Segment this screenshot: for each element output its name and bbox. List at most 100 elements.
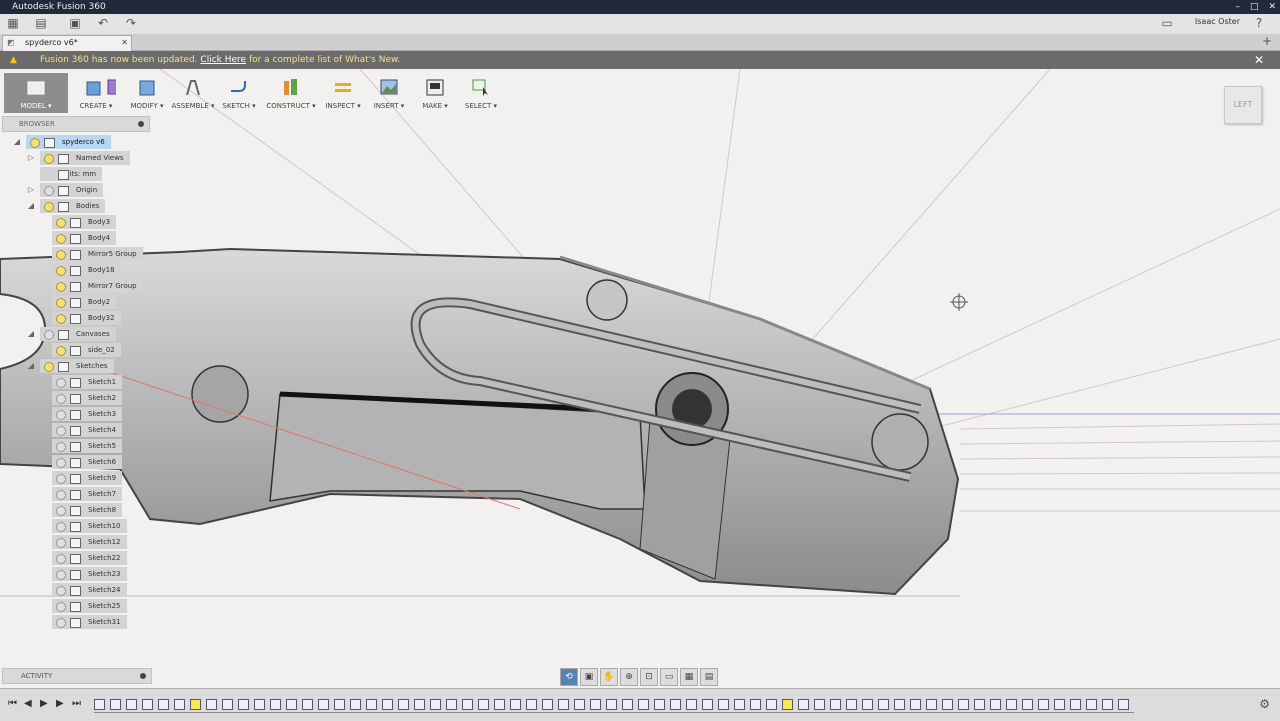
timeline-feature-icon[interactable] bbox=[590, 699, 601, 710]
timeline-feature-icon[interactable] bbox=[1102, 699, 1113, 710]
visibility-bulb-icon[interactable] bbox=[56, 586, 66, 596]
help-icon[interactable]: ? bbox=[1252, 16, 1266, 30]
timeline-feature-icon[interactable] bbox=[558, 699, 569, 710]
expand-toggle-icon[interactable]: ▷ bbox=[26, 183, 36, 197]
viewports-icon[interactable]: ▤ bbox=[700, 668, 718, 686]
modify-menu-button[interactable]: MODIFY ▾ bbox=[124, 73, 170, 113]
timeline-feature-icon[interactable] bbox=[574, 699, 585, 710]
timeline-feature-icon[interactable] bbox=[446, 699, 457, 710]
fit-icon[interactable]: ⊡ bbox=[640, 668, 658, 686]
timeline-feature-icon[interactable] bbox=[478, 699, 489, 710]
timeline-feature-icon[interactable] bbox=[158, 699, 169, 710]
visibility-bulb-icon[interactable] bbox=[56, 490, 66, 500]
timeline-feature-icon[interactable] bbox=[414, 699, 425, 710]
timeline-feature-icon[interactable] bbox=[1118, 699, 1129, 710]
timeline-feature-icon[interactable] bbox=[222, 699, 233, 710]
viewcube[interactable]: LEFT bbox=[1224, 86, 1262, 124]
save-icon[interactable]: ▣ bbox=[68, 16, 82, 30]
maximize-icon[interactable]: □ bbox=[1250, 0, 1259, 14]
timeline-feature-icon[interactable] bbox=[686, 699, 697, 710]
timeline-feature-icon[interactable] bbox=[142, 699, 153, 710]
visibility-bulb-icon[interactable] bbox=[56, 426, 66, 436]
timeline-settings-icon[interactable]: ⚙ bbox=[1259, 697, 1270, 711]
visibility-bulb-icon[interactable] bbox=[30, 138, 40, 148]
orbit-icon[interactable]: ⟲ bbox=[560, 668, 578, 686]
grid-settings-icon[interactable]: ▦ bbox=[680, 668, 698, 686]
timeline-feature-icon[interactable] bbox=[974, 699, 985, 710]
timeline-feature-icon[interactable] bbox=[430, 699, 441, 710]
play-icon[interactable]: ▶ bbox=[40, 698, 48, 709]
timeline-feature-icon[interactable] bbox=[334, 699, 345, 710]
timeline-feature-icon[interactable] bbox=[638, 699, 649, 710]
timeline-feature-icon[interactable] bbox=[782, 699, 793, 710]
visibility-bulb-icon[interactable] bbox=[56, 234, 66, 244]
timeline-feature-icon[interactable] bbox=[366, 699, 377, 710]
close-notice-icon[interactable]: ✕ bbox=[1254, 51, 1264, 69]
timeline-feature-icon[interactable] bbox=[718, 699, 729, 710]
visibility-bulb-icon[interactable] bbox=[44, 186, 54, 196]
model-viewport[interactable] bbox=[0, 69, 1280, 688]
timeline-feature-icon[interactable] bbox=[942, 699, 953, 710]
pan-icon[interactable]: ✋ bbox=[600, 668, 618, 686]
whats-new-link[interactable]: Click Here bbox=[200, 55, 246, 65]
timeline-feature-icon[interactable] bbox=[798, 699, 809, 710]
expand-toggle-icon[interactable]: ◢ bbox=[26, 199, 36, 213]
visibility-bulb-icon[interactable] bbox=[56, 506, 66, 516]
timeline-feature-icon[interactable] bbox=[814, 699, 825, 710]
minimize-icon[interactable]: – bbox=[1235, 0, 1240, 14]
visibility-bulb-icon[interactable] bbox=[56, 298, 66, 308]
timeline-feature-icon[interactable] bbox=[958, 699, 969, 710]
step-forward-icon[interactable]: ▶ bbox=[56, 698, 64, 709]
timeline-feature-icon[interactable] bbox=[462, 699, 473, 710]
sketch-menu-button[interactable]: SKETCH ▾ bbox=[216, 73, 262, 113]
timeline-feature-icon[interactable] bbox=[830, 699, 841, 710]
undo-icon[interactable]: ↶ bbox=[96, 16, 110, 30]
visibility-bulb-icon[interactable] bbox=[56, 250, 66, 260]
timeline-feature-icon[interactable] bbox=[702, 699, 713, 710]
visibility-bulb-icon[interactable] bbox=[44, 362, 54, 372]
look-at-icon[interactable]: ▣ bbox=[580, 668, 598, 686]
timeline-feature-icon[interactable] bbox=[174, 699, 185, 710]
timeline-feature-icon[interactable] bbox=[654, 699, 665, 710]
visibility-bulb-icon[interactable] bbox=[56, 474, 66, 484]
timeline-feature-icon[interactable] bbox=[254, 699, 265, 710]
new-tab-icon[interactable]: + bbox=[1262, 34, 1272, 48]
timeline-feature-icon[interactable] bbox=[1054, 699, 1065, 710]
timeline-feature-icon[interactable] bbox=[398, 699, 409, 710]
visibility-bulb-icon[interactable] bbox=[56, 218, 66, 228]
file-menu-icon[interactable]: ▤ bbox=[34, 16, 48, 30]
job-status-icon[interactable]: ▭ bbox=[1160, 16, 1174, 30]
go-to-start-icon[interactable]: ⏮ bbox=[8, 698, 17, 709]
expand-toggle-icon[interactable]: ▷ bbox=[26, 151, 36, 165]
timeline-feature-icon[interactable] bbox=[1022, 699, 1033, 710]
visibility-bulb-icon[interactable] bbox=[56, 538, 66, 548]
timeline-feature-icon[interactable] bbox=[766, 699, 777, 710]
timeline-track[interactable] bbox=[94, 697, 1134, 715]
timeline-feature-icon[interactable] bbox=[238, 699, 249, 710]
close-window-icon[interactable]: ✕ bbox=[1268, 0, 1276, 14]
redo-icon[interactable]: ↷ bbox=[124, 16, 138, 30]
timeline-feature-icon[interactable] bbox=[126, 699, 137, 710]
timeline-feature-icon[interactable] bbox=[990, 699, 1001, 710]
timeline-feature-icon[interactable] bbox=[734, 699, 745, 710]
timeline-feature-icon[interactable] bbox=[382, 699, 393, 710]
timeline-feature-icon[interactable] bbox=[846, 699, 857, 710]
visibility-bulb-icon[interactable] bbox=[56, 314, 66, 324]
timeline-feature-icon[interactable] bbox=[750, 699, 761, 710]
activity-panel[interactable]: ACTIVITY bbox=[2, 668, 152, 684]
visibility-bulb-icon[interactable] bbox=[44, 202, 54, 212]
timeline-feature-icon[interactable] bbox=[910, 699, 921, 710]
timeline-feature-icon[interactable] bbox=[318, 699, 329, 710]
visibility-bulb-icon[interactable] bbox=[56, 394, 66, 404]
timeline-feature-icon[interactable] bbox=[286, 699, 297, 710]
visibility-bulb-icon[interactable] bbox=[56, 346, 66, 356]
expand-toggle-icon[interactable]: ◢ bbox=[12, 135, 22, 149]
timeline-feature-icon[interactable] bbox=[510, 699, 521, 710]
visibility-bulb-icon[interactable] bbox=[56, 282, 66, 292]
make-menu-button[interactable]: MAKE ▾ bbox=[412, 73, 458, 113]
visibility-bulb-icon[interactable] bbox=[56, 378, 66, 388]
select-menu-button[interactable]: SELECT ▾ bbox=[458, 73, 504, 113]
timeline-feature-icon[interactable] bbox=[1086, 699, 1097, 710]
insert-menu-button[interactable]: INSERT ▾ bbox=[366, 73, 412, 113]
step-back-icon[interactable]: ◀ bbox=[24, 698, 32, 709]
